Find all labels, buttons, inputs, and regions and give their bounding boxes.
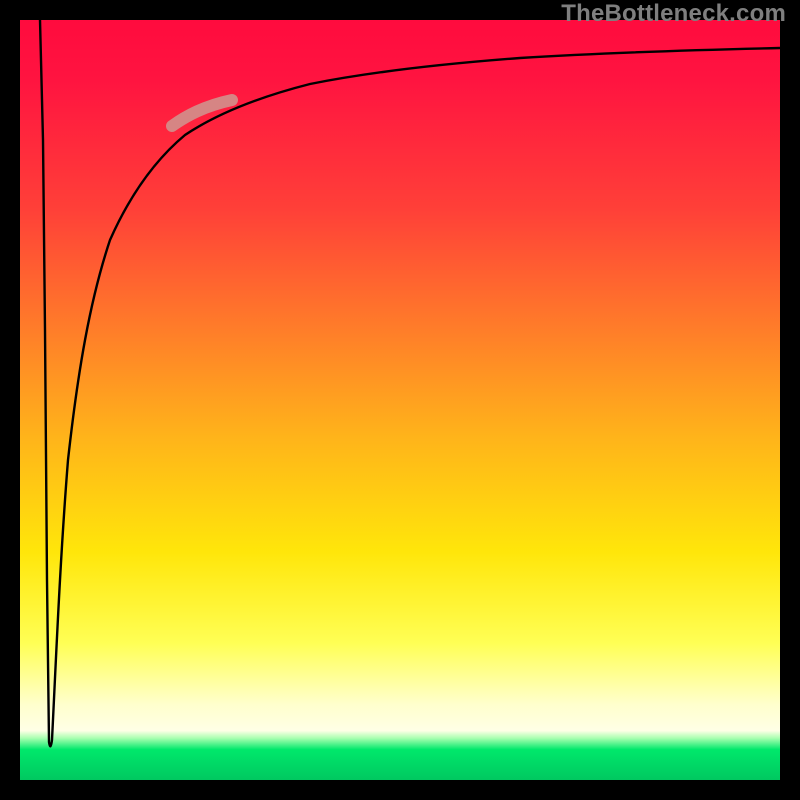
- curve-svg: [20, 20, 780, 780]
- curve-main: [40, 20, 780, 746]
- chart-root: TheBottleneck.com: [0, 0, 800, 800]
- plot-area: [20, 20, 780, 780]
- watermark-text: TheBottleneck.com: [561, 0, 786, 28]
